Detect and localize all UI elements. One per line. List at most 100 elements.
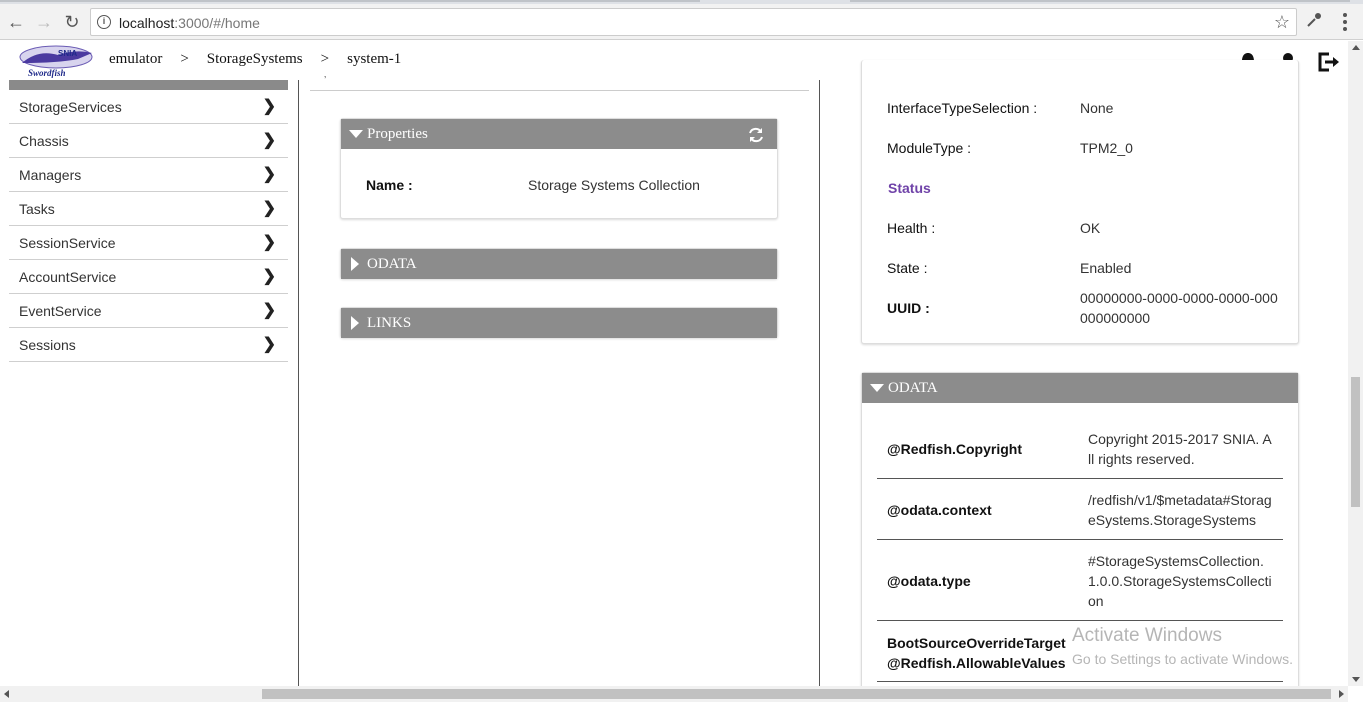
tab-edge bbox=[0, 0, 700, 2]
scrolled-heading-fragment: ’ bbox=[324, 75, 327, 86]
svg-text:SNIA: SNIA bbox=[58, 49, 77, 58]
chevron-right-icon: ❯ bbox=[262, 336, 276, 353]
sidebar-item-storageservices[interactable]: StorageServices ❯ bbox=[9, 90, 288, 124]
expand-triangle-icon bbox=[351, 316, 359, 330]
state-label: State : bbox=[887, 260, 928, 276]
row-divider bbox=[877, 478, 1283, 479]
uuid-value-line: 00000000-0000-0000-0000-000 bbox=[1080, 290, 1278, 306]
watermark-title: Activate Windows bbox=[1072, 625, 1222, 646]
bookmark-star-icon[interactable]: ☆ bbox=[1274, 12, 1290, 33]
odata-value-line: ll rights reserved. bbox=[1088, 451, 1195, 467]
sidebar-item-label: Sessions bbox=[19, 337, 76, 353]
odata-value-line: #StorageSystemsCollection. bbox=[1088, 553, 1264, 569]
chevron-right-icon: ❯ bbox=[262, 234, 276, 251]
browser-menu-icon[interactable] bbox=[1335, 10, 1355, 34]
panel-title: ODATA bbox=[888, 380, 938, 396]
row-divider bbox=[877, 681, 1283, 682]
scroll-up-arrow-icon[interactable] bbox=[1352, 45, 1360, 50]
vertical-scrollbar[interactable] bbox=[1348, 41, 1363, 686]
sidebar-item-label: Chassis bbox=[19, 133, 69, 149]
sidebar-item-label: EventService bbox=[19, 303, 102, 319]
health-label: Health : bbox=[887, 220, 936, 236]
uuid-label: UUID : bbox=[887, 300, 930, 316]
sidebar-item-tasks[interactable]: Tasks ❯ bbox=[9, 192, 288, 226]
browser-toolbar: ← → ↻ i localhost:3000/#/home ☆ bbox=[0, 4, 1363, 40]
forward-icon[interactable]: → bbox=[32, 10, 56, 34]
back-icon[interactable]: ← bbox=[4, 10, 28, 34]
activate-windows-watermark: Activate Windows Go to Settings to activ… bbox=[1072, 625, 1293, 667]
sidebar-item-label: Managers bbox=[19, 167, 82, 183]
refresh-icon[interactable] bbox=[747, 125, 765, 143]
scrollbar-thumb[interactable] bbox=[1351, 377, 1360, 507]
breadcrumb-emulator[interactable]: emulator bbox=[109, 51, 162, 68]
sidebar-section-header bbox=[9, 80, 288, 90]
odata-panel-collapsed[interactable]: ODATA bbox=[340, 248, 778, 279]
expand-triangle-icon bbox=[351, 257, 359, 271]
odata-panel-header[interactable]: ODATA bbox=[862, 373, 1298, 403]
sidebar: StorageServices ❯ Chassis ❯ Managers ❯ Task… bbox=[9, 80, 288, 362]
sidebar-item-eventservice[interactable]: EventService ❯ bbox=[9, 294, 288, 328]
breadcrumb-system-1[interactable]: system-1 bbox=[347, 51, 401, 68]
chevron-right-icon: ❯ bbox=[262, 98, 276, 115]
watermark-subtitle: Go to Settings to activate Windows. bbox=[1072, 651, 1293, 667]
scroll-down-arrow-icon[interactable] bbox=[1352, 677, 1360, 682]
odata-key-line: @Redfish.AllowableValues bbox=[887, 655, 1066, 671]
sidebar-item-accountservice[interactable]: AccountService ❯ bbox=[9, 260, 288, 294]
scrollbar-thumb[interactable] bbox=[262, 689, 1331, 699]
panel-title: LINKS bbox=[367, 315, 412, 331]
odata-value-line: /redfish/v1/$metadata#Storag bbox=[1088, 492, 1272, 508]
odata-key-line: BootSourceOverrideTarget bbox=[887, 635, 1066, 651]
state-value: Enabled bbox=[1080, 260, 1132, 276]
scroll-right-arrow-icon[interactable] bbox=[1339, 690, 1344, 698]
links-panel-header[interactable]: LINKS bbox=[341, 308, 777, 338]
site-info-icon[interactable]: i bbox=[97, 15, 111, 29]
panel-title: ODATA bbox=[367, 256, 417, 272]
odata-key-copyright: @Redfish.Copyright bbox=[887, 441, 1022, 457]
moduletype-label: ModuleType : bbox=[887, 140, 972, 156]
url-path: :3000/#/home bbox=[174, 15, 260, 31]
sidebar-item-managers[interactable]: Managers ❯ bbox=[9, 158, 288, 192]
collapse-triangle-icon bbox=[870, 384, 884, 392]
reload-icon[interactable]: ↻ bbox=[60, 10, 84, 34]
panel-title: Properties bbox=[367, 126, 428, 142]
health-value: OK bbox=[1080, 220, 1101, 236]
swordfish-logo[interactable]: SNIA Swordfish bbox=[18, 43, 94, 79]
breadcrumb-separator: > bbox=[320, 51, 330, 67]
odata-value-context: /redfish/v1/$metadata#Storag eSystems.St… bbox=[1088, 490, 1272, 530]
address-bar[interactable]: i localhost:3000/#/home ☆ bbox=[90, 8, 1297, 36]
chevron-right-icon: ❯ bbox=[262, 132, 276, 149]
right-properties-panel: InterfaceTypeSelection : None ModuleType… bbox=[861, 60, 1299, 344]
url-text[interactable]: localhost:3000/#/home bbox=[119, 15, 260, 31]
section-divider bbox=[310, 90, 809, 91]
sidebar-item-sessionservice[interactable]: SessionService ❯ bbox=[9, 226, 288, 260]
odata-value-line: Copyright 2015-2017 SNIA. A bbox=[1088, 431, 1272, 447]
chevron-right-icon: ❯ bbox=[262, 166, 276, 183]
chevron-right-icon: ❯ bbox=[262, 268, 276, 285]
sidebar-item-chassis[interactable]: Chassis ❯ bbox=[9, 124, 288, 158]
chevron-right-icon: ❯ bbox=[262, 200, 276, 217]
scroll-left-arrow-icon[interactable] bbox=[4, 690, 9, 698]
row-divider bbox=[877, 620, 1283, 621]
tab-edge bbox=[850, 0, 1350, 2]
sidebar-item-sessions[interactable]: Sessions ❯ bbox=[9, 328, 288, 362]
column-divider bbox=[298, 80, 299, 686]
url-host: localhost bbox=[119, 15, 175, 31]
horizontal-scrollbar[interactable] bbox=[0, 686, 1348, 702]
links-panel-collapsed[interactable]: LINKS bbox=[340, 307, 778, 338]
properties-panel-header[interactable]: Properties bbox=[341, 119, 777, 149]
odata-key-context: @odata.context bbox=[887, 502, 992, 518]
breadcrumb: emulator > StorageSystems > system-1 bbox=[109, 51, 401, 68]
odata-panel-header[interactable]: ODATA bbox=[341, 249, 777, 279]
column-divider bbox=[819, 80, 820, 686]
odata-value-line: eSystems.StorageSystems bbox=[1088, 512, 1257, 528]
properties-panel: Properties Name : Storage Systems Collec… bbox=[340, 118, 778, 219]
breadcrumb-storagesystems[interactable]: StorageSystems bbox=[207, 51, 303, 68]
logout-icon[interactable] bbox=[1317, 51, 1341, 73]
uuid-value-line: 000000000 bbox=[1080, 310, 1151, 326]
eyedropper-extension-icon[interactable] bbox=[1306, 12, 1322, 33]
odata-value-line: on bbox=[1088, 593, 1104, 609]
interfacetypeselection-value: None bbox=[1080, 100, 1114, 116]
odata-key-bootsource-allowable: BootSourceOverrideTarget @Redfish.Allowa… bbox=[887, 633, 1066, 673]
odata-value-line: 1.0.0.StorageSystemsCollecti bbox=[1088, 573, 1272, 589]
sidebar-item-label: Tasks bbox=[19, 201, 55, 217]
